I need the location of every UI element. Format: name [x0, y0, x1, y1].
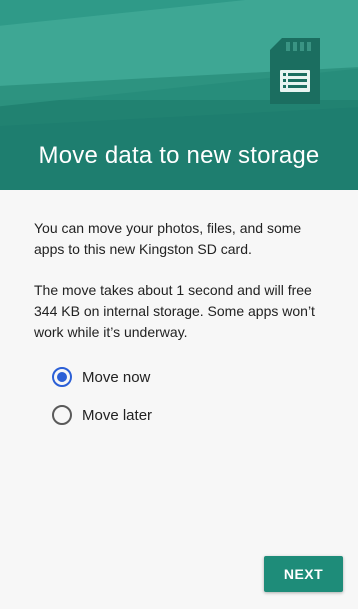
- radio-checked-icon[interactable]: [52, 367, 72, 387]
- option-move-now[interactable]: Move now: [34, 358, 324, 396]
- move-options-radio-group: Move now Move later: [34, 358, 324, 434]
- page-title: Move data to new storage: [38, 142, 320, 169]
- description-paragraph-1: You can move your photos, files, and som…: [34, 220, 302, 257]
- header-banner: Move data to new storage: [0, 0, 358, 190]
- sd-card-icon: [270, 38, 320, 104]
- move-data-screen: Move data to new storage You can move yo…: [0, 0, 358, 609]
- radio-unchecked-icon[interactable]: [52, 405, 72, 425]
- option-move-later[interactable]: Move later: [34, 396, 324, 434]
- option-label: Move later: [82, 406, 153, 424]
- description: You can move your photos, files, and som…: [34, 218, 334, 343]
- description-paragraph-2: The move takes about 1 second and will f…: [34, 282, 315, 340]
- option-label: Move now: [82, 368, 151, 386]
- next-button[interactable]: NEXT: [264, 556, 343, 592]
